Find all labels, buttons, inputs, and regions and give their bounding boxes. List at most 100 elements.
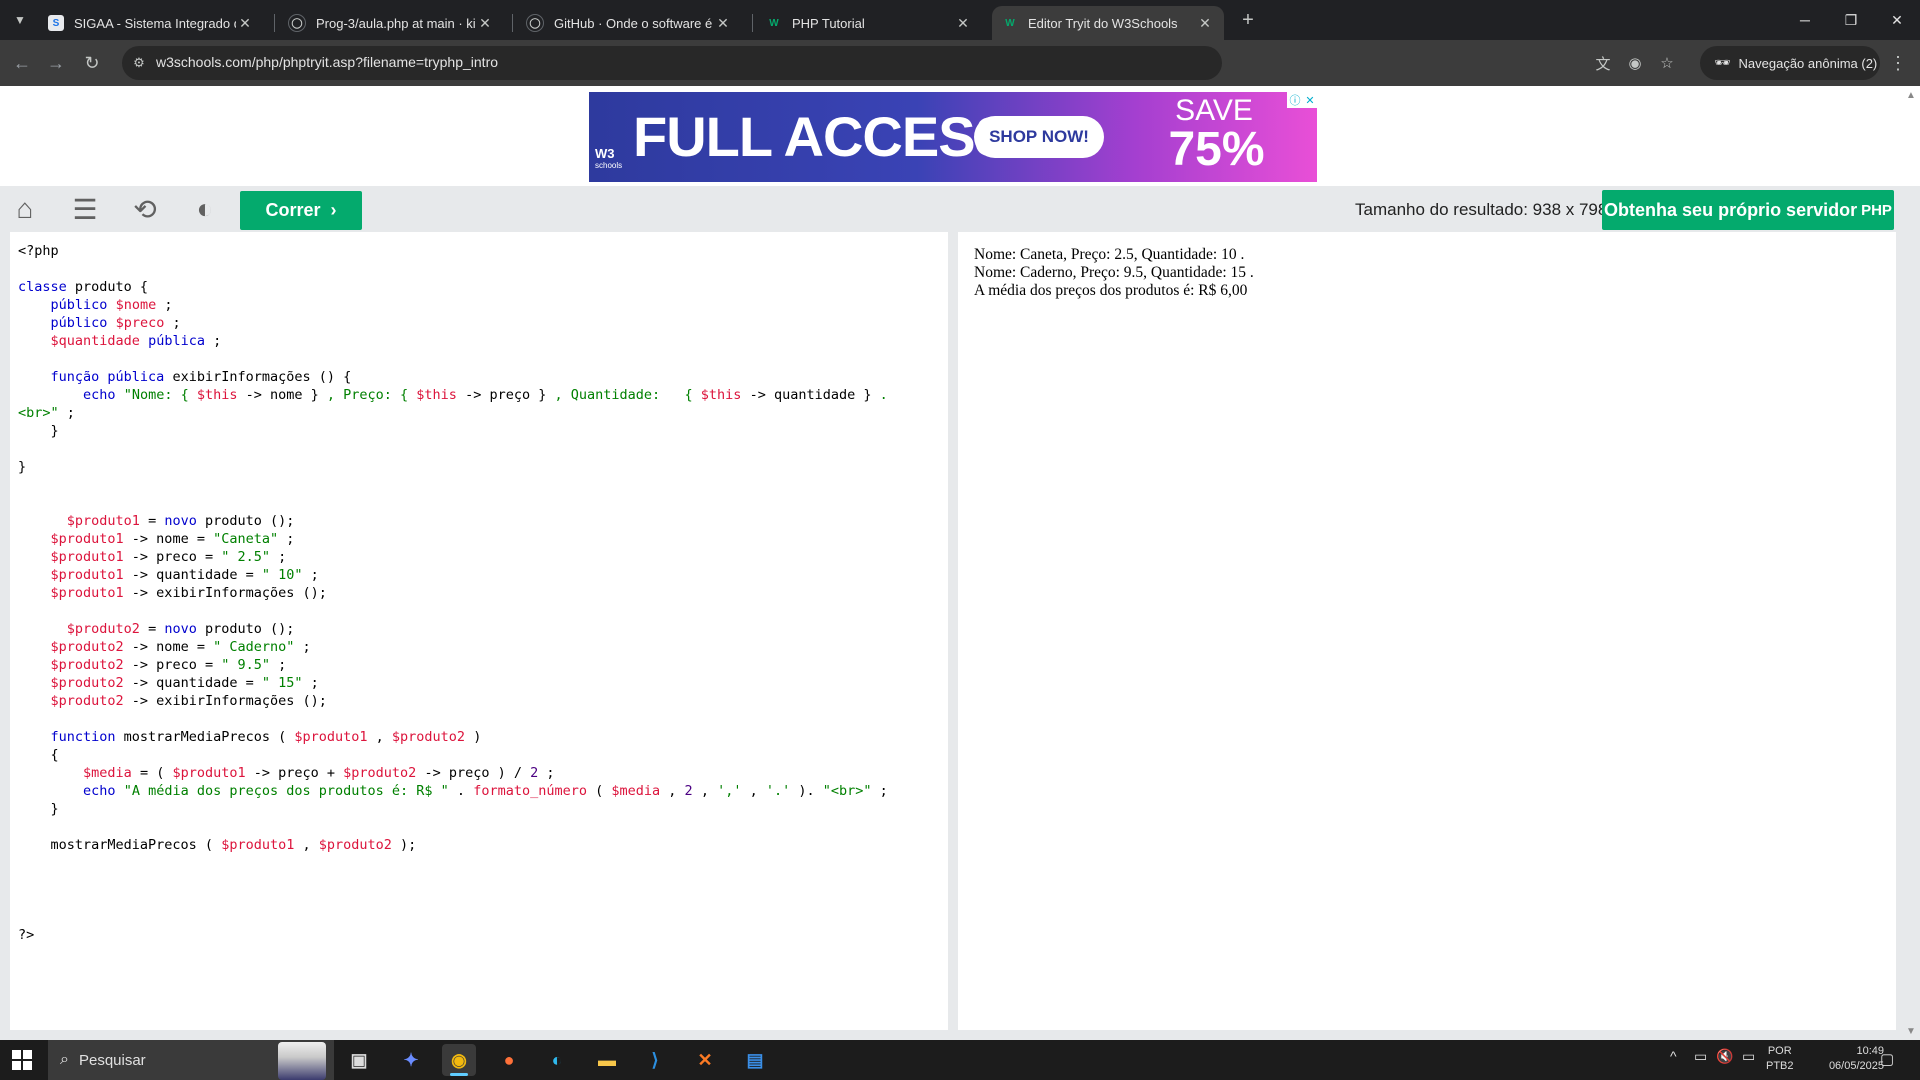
code-line[interactable]: ?> <box>18 926 948 944</box>
code-line[interactable]: <?php <box>18 242 948 260</box>
code-line[interactable] <box>18 710 948 728</box>
code-line[interactable]: $media = ( $produto1 -> preço + $produto… <box>18 764 948 782</box>
code-line[interactable] <box>18 440 948 458</box>
menu-icon[interactable]: ☰ <box>66 190 104 228</box>
github-icon: ◯ <box>288 14 306 32</box>
firefox-icon[interactable]: ● <box>492 1044 526 1076</box>
clock[interactable]: 10:49 06/05/2025 <box>1802 1044 1884 1074</box>
code-line[interactable]: $quantidade pública ; <box>18 332 948 350</box>
restore-icon[interactable]: ❐ <box>1828 0 1874 40</box>
code-editor[interactable]: <?php classe produto { público $nome ; pú… <box>10 232 948 1030</box>
taskbar-search[interactable]: ⌕ Pesquisar <box>48 1040 334 1080</box>
code-line[interactable] <box>18 602 948 620</box>
close-tab-icon[interactable]: ✕ <box>236 15 254 32</box>
xampp-icon[interactable]: ✕ <box>688 1044 722 1076</box>
code-line[interactable]: $produto1 -> preco = " 2.5" ; <box>18 548 948 566</box>
code-line[interactable]: função pública exibirInformações () { <box>18 368 948 386</box>
code-text[interactable]: <?php classe produto { público $nome ; pú… <box>10 232 948 944</box>
code-line[interactable]: $produto1 -> exibirInformações (); <box>18 584 948 602</box>
scroll-down-arrow-icon[interactable]: ▼ <box>1906 1026 1916 1037</box>
contrast-icon[interactable]: ◐ <box>186 190 224 228</box>
get-server-button[interactable]: Obtenha seu próprio servidor PHP <box>1602 190 1894 230</box>
code-line[interactable]: classe produto { <box>18 278 948 296</box>
code-line[interactable] <box>18 818 948 836</box>
code-line[interactable]: } <box>18 422 948 440</box>
code-line[interactable] <box>18 476 948 494</box>
code-line[interactable] <box>18 854 948 872</box>
code-line[interactable]: $produto1 -> nome = "Caneta" ; <box>18 530 948 548</box>
code-line[interactable] <box>18 872 948 890</box>
url-text[interactable]: w3schools.com/php/phptryit.asp?filename=… <box>156 54 498 70</box>
browser-menu-icon[interactable]: ⋮ <box>1886 50 1910 76</box>
tab-github-home[interactable]: ◯ GitHub · Onde o software é con ✕ <box>516 6 742 40</box>
site-info-icon[interactable]: ⚙ <box>130 54 148 72</box>
code-line[interactable]: mostrarMediaPrecos ( $produto1 , $produt… <box>18 836 948 854</box>
bookmark-star-icon[interactable]: ☆ <box>1656 52 1678 74</box>
tab-search-chevron-icon[interactable]: ▼ <box>8 8 32 32</box>
run-button[interactable]: Correr › <box>240 191 362 230</box>
code-token-kw: função pública <box>50 369 165 385</box>
code-line[interactable]: echo "A média dos preços dos produtos é:… <box>18 782 948 800</box>
code-line[interactable]: $produto2 -> nome = " Caderno" ; <box>18 638 948 656</box>
incognito-indicator[interactable]: 🕶 Navegação anônima (2) <box>1700 46 1880 80</box>
rotate-layout-icon[interactable]: ⟲ <box>126 190 164 228</box>
file-explorer-icon[interactable]: ▬ <box>590 1044 624 1076</box>
code-line[interactable]: $produto1 = novo produto (); <box>18 512 948 530</box>
code-line[interactable]: $produto2 = novo produto (); <box>18 620 948 638</box>
code-line[interactable]: { <box>18 746 948 764</box>
close-tab-icon[interactable]: ✕ <box>714 15 732 32</box>
show-hidden-icons-chevron-icon[interactable]: ^ <box>1670 1048 1677 1064</box>
code-line[interactable]: echo "Nome: { $this -> nome } , Preço: {… <box>18 386 948 404</box>
eye-slash-icon[interactable]: ◉ <box>1624 52 1646 74</box>
new-tab-plus-icon[interactable]: + <box>1234 6 1262 34</box>
code-line[interactable]: público $preco ; <box>18 314 948 332</box>
task-view-icon[interactable]: ▣ <box>342 1044 376 1076</box>
back-arrow-icon[interactable]: ← <box>8 49 36 77</box>
code-line[interactable] <box>18 908 948 926</box>
code-token-var: $produto1 <box>50 531 124 547</box>
input-language[interactable]: POR PTB2 <box>1766 1044 1794 1074</box>
code-line[interactable]: $produto2 -> quantidade = " 15" ; <box>18 674 948 692</box>
minimize-icon[interactable]: ─ <box>1782 0 1828 40</box>
code-line[interactable] <box>18 260 948 278</box>
code-line[interactable]: $produto1 -> quantidade = " 10" ; <box>18 566 948 584</box>
meet-now-icon[interactable]: ▭ <box>1694 1048 1707 1065</box>
ad-shop-now-button[interactable]: SHOP NOW! <box>974 116 1104 158</box>
translate-icon[interactable]: 文 <box>1592 52 1614 74</box>
scroll-up-arrow-icon[interactable]: ▲ <box>1906 90 1916 101</box>
vscode-icon[interactable]: ⟩ <box>638 1044 672 1076</box>
tab-tryit-editor[interactable]: W Editor Tryit do W3Schools ✕ <box>992 6 1224 40</box>
close-tab-icon[interactable]: ✕ <box>954 15 972 32</box>
code-line[interactable]: público $nome ; <box>18 296 948 314</box>
network-icon[interactable]: ▭ <box>1742 1048 1755 1065</box>
notepad-app-icon[interactable]: ▤ <box>738 1044 772 1076</box>
tab-github-aula[interactable]: ◯ Prog-3/aula.php at main · kilkay ✕ <box>278 6 504 40</box>
ad-close-icon[interactable]: ⓘ ✕ <box>1287 92 1317 108</box>
tab-separator <box>512 14 513 32</box>
forward-arrow-icon[interactable]: → <box>42 49 70 77</box>
tab-sigaa[interactable]: S SIGAA - Sistema Integrado de G ✕ <box>38 6 264 40</box>
code-line[interactable]: function mostrarMediaPrecos ( $produto1 … <box>18 728 948 746</box>
volume-muted-icon[interactable]: 🔇 <box>1716 1048 1733 1065</box>
reload-icon[interactable]: ↻ <box>78 49 106 77</box>
code-line[interactable] <box>18 350 948 368</box>
code-line[interactable]: $produto2 -> exibirInformações (); <box>18 692 948 710</box>
chrome-icon[interactable]: ◉ <box>442 1044 476 1076</box>
close-tab-icon[interactable]: ✕ <box>476 15 494 32</box>
code-line[interactable]: $produto2 -> preco = " 9.5" ; <box>18 656 948 674</box>
code-token-plain: ). <box>790 783 823 799</box>
close-tab-icon[interactable]: ✕ <box>1196 15 1214 32</box>
close-window-icon[interactable]: ✕ <box>1874 0 1920 40</box>
copilot-icon[interactable]: ✦ <box>394 1044 428 1076</box>
edge-icon[interactable]: ◐ <box>540 1044 574 1076</box>
tab-php-tutorial[interactable]: W PHP Tutorial ✕ <box>756 6 982 40</box>
code-line[interactable] <box>18 494 948 512</box>
code-line[interactable] <box>18 890 948 908</box>
advertisement-banner[interactable]: W3 schools FULL ACCESS SHOP NOW! SAVE 75… <box>589 92 1317 182</box>
notifications-icon[interactable]: ▢ <box>1880 1050 1900 1070</box>
code-line[interactable]: } <box>18 458 948 476</box>
windows-start-icon[interactable] <box>12 1050 32 1070</box>
home-icon[interactable]: ⌂ <box>6 190 44 228</box>
code-line[interactable]: } <box>18 800 948 818</box>
code-line[interactable]: <br>" ; <box>18 404 948 422</box>
